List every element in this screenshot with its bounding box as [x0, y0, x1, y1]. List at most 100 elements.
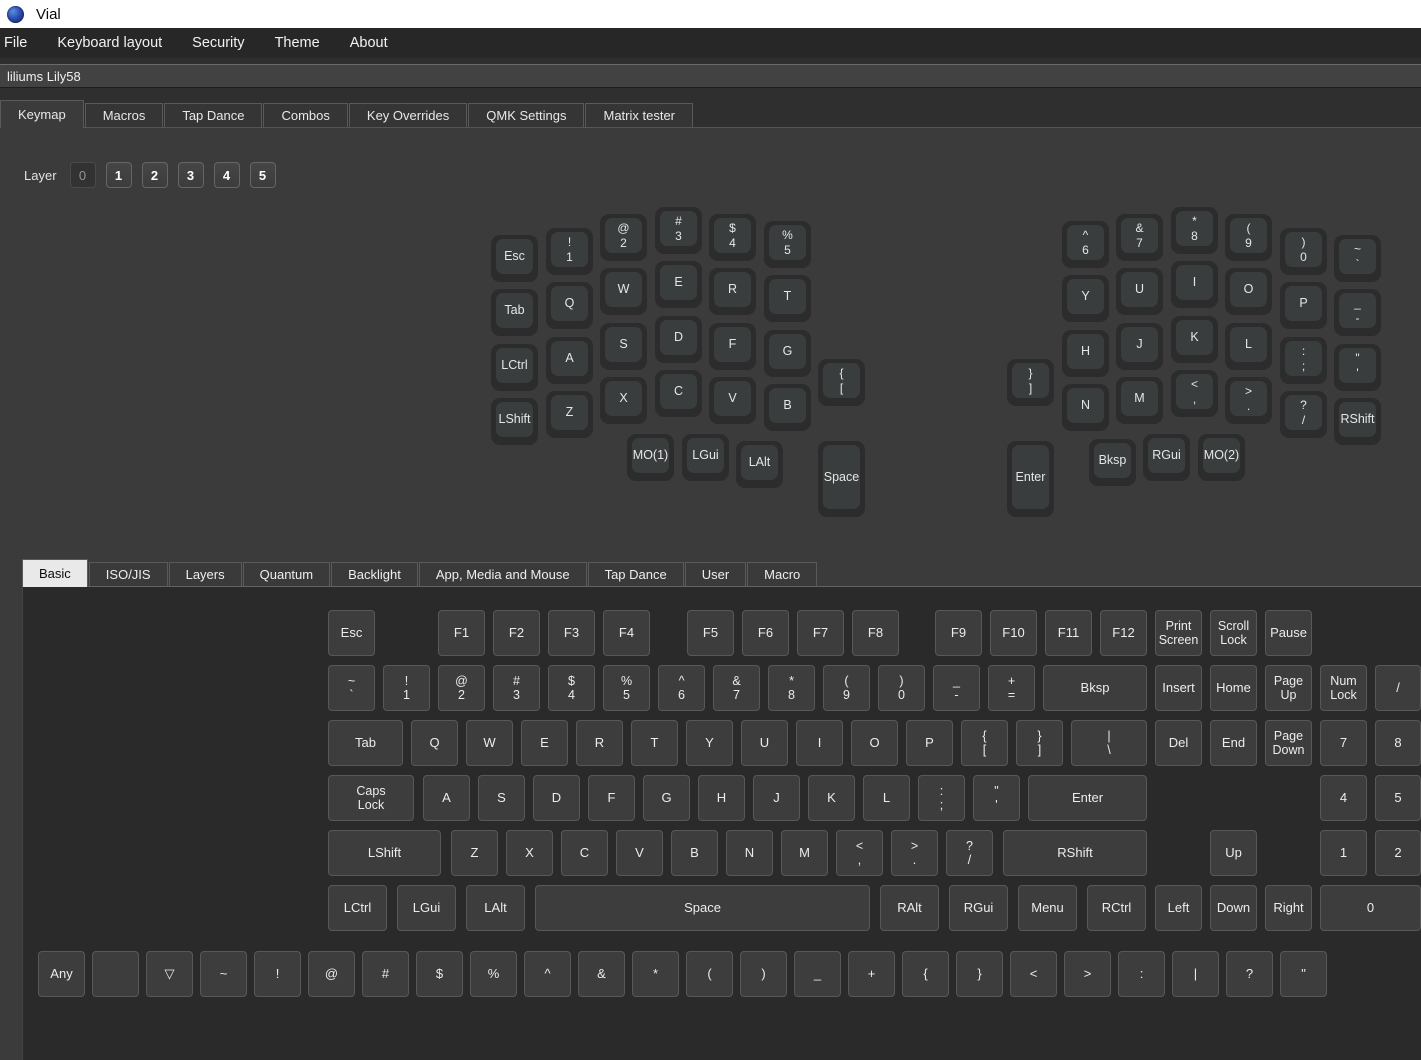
picker-key-1[interactable]: !1 [383, 665, 430, 711]
picker-key-g[interactable]: G [643, 775, 690, 821]
picker-key-a[interactable]: A [423, 775, 470, 821]
keymap-key-rshift[interactable]: RShift [1334, 398, 1381, 445]
picker-key-enter[interactable]: Enter [1028, 775, 1147, 821]
keymap-key-3[interactable]: #3 [655, 207, 702, 254]
picker-key-blank[interactable]: / [1375, 665, 1421, 711]
keymap-key-enter[interactable]: Enter [1007, 441, 1054, 517]
picker-key-e[interactable]: E [521, 720, 568, 766]
picker-tab-backlight[interactable]: Backlight [331, 562, 418, 586]
picker-key-page-up[interactable]: PageUp [1265, 665, 1312, 711]
picker-key-f6[interactable]: F6 [742, 610, 789, 656]
picker-key-space[interactable]: Space [535, 885, 870, 931]
picker-key-f8[interactable]: F8 [852, 610, 899, 656]
picker-key-n[interactable]: N [726, 830, 773, 876]
picker-key-print-screen[interactable]: PrintScreen [1155, 610, 1202, 656]
picker-tab-iso-jis[interactable]: ISO/JIS [89, 562, 168, 586]
picker-tab-basic[interactable]: Basic [22, 559, 88, 587]
keymap-key-space[interactable]: Space [818, 441, 865, 517]
picker-tab-app-media-and-mouse[interactable]: App, Media and Mouse [419, 562, 587, 586]
picker-key-8[interactable]: 8 [1375, 720, 1421, 766]
picker-key-blank[interactable]: ? [1226, 951, 1273, 997]
picker-key-blank[interactable]: ! [254, 951, 301, 997]
keymap-key-4[interactable]: $4 [709, 214, 756, 261]
keymap-key-b[interactable]: B [764, 384, 811, 431]
picker-key-l[interactable]: L [863, 775, 910, 821]
picker-key-blank[interactable]: ) [740, 951, 787, 997]
picker-key-f4[interactable]: F4 [603, 610, 650, 656]
picker-tab-tap-dance[interactable]: Tap Dance [588, 562, 684, 586]
keymap-key-blank[interactable]: _- [1334, 289, 1381, 336]
picker-key-end[interactable]: End [1210, 720, 1257, 766]
picker-key-c[interactable]: C [561, 830, 608, 876]
picker-key-up[interactable]: Up [1210, 830, 1257, 876]
picker-key-4[interactable]: $4 [548, 665, 595, 711]
picker-tab-quantum[interactable]: Quantum [243, 562, 330, 586]
keymap-key-k[interactable]: K [1171, 316, 1218, 363]
picker-key-blank[interactable]: >. [891, 830, 938, 876]
keymap-key-z[interactable]: Z [546, 391, 593, 438]
picker-key-blank[interactable]: ~` [328, 665, 375, 711]
picker-key-h[interactable]: H [698, 775, 745, 821]
keymap-key-y[interactable]: Y [1062, 275, 1109, 322]
picker-key-y[interactable]: Y [686, 720, 733, 766]
picker-key-t[interactable]: T [631, 720, 678, 766]
keymap-key-blank[interactable]: <, [1171, 370, 1218, 417]
keymap-key-6[interactable]: ^6 [1062, 221, 1109, 268]
picker-key-u[interactable]: U [741, 720, 788, 766]
picker-key-blank[interactable]: ?/ [946, 830, 993, 876]
picker-tab-user[interactable]: User [685, 562, 746, 586]
keymap-key-f[interactable]: F [709, 323, 756, 370]
picker-key-blank[interactable]: % [470, 951, 517, 997]
picker-key-f11[interactable]: F11 [1045, 610, 1092, 656]
keymap-key-l[interactable]: L [1225, 323, 1272, 370]
picker-key-5[interactable]: %5 [603, 665, 650, 711]
picker-key-z[interactable]: Z [451, 830, 498, 876]
picker-key-9[interactable]: (9 [823, 665, 870, 711]
picker-key-1[interactable]: 1 [1320, 830, 1367, 876]
picker-key-down[interactable]: Down [1210, 885, 1257, 931]
picker-key-blank[interactable]: < [1010, 951, 1057, 997]
keymap-key-esc[interactable]: Esc [491, 235, 538, 282]
keymap-key-m[interactable]: M [1116, 377, 1163, 424]
picker-key-blank[interactable]: > [1064, 951, 1111, 997]
picker-key-0[interactable]: )0 [878, 665, 925, 711]
picker-key-blank[interactable]: & [578, 951, 625, 997]
picker-key-insert[interactable]: Insert [1155, 665, 1202, 711]
picker-key-f2[interactable]: F2 [493, 610, 540, 656]
picker-key-2[interactable]: 2 [1375, 830, 1421, 876]
picker-key-lgui[interactable]: LGui [397, 885, 456, 931]
picker-key-blank[interactable]: " [1280, 951, 1327, 997]
picker-key-blank[interactable]: }] [1016, 720, 1063, 766]
picker-key-blank[interactable]: } [956, 951, 1003, 997]
keymap-key-blank[interactable]: ~` [1334, 235, 1381, 282]
picker-key-f10[interactable]: F10 [990, 610, 1037, 656]
keymap-key-blank[interactable]: {[ [818, 359, 865, 406]
picker-key-r[interactable]: R [576, 720, 623, 766]
picker-key-q[interactable]: Q [411, 720, 458, 766]
picker-key-0[interactable]: 0 [1320, 885, 1421, 931]
picker-key-blank[interactable]: _ [794, 951, 841, 997]
picker-key-blank[interactable]: ~ [200, 951, 247, 997]
picker-key-blank[interactable]: "' [973, 775, 1020, 821]
picker-key-blank[interactable]: { [902, 951, 949, 997]
picker-key-w[interactable]: W [466, 720, 513, 766]
picker-key-f3[interactable]: F3 [548, 610, 595, 656]
picker-key-bksp[interactable]: Bksp [1043, 665, 1147, 711]
keymap-key-d[interactable]: D [655, 316, 702, 363]
picker-key-blank[interactable]: ( [686, 951, 733, 997]
picker-key-blank[interactable]: $ [416, 951, 463, 997]
picker-key-blank[interactable]: <, [836, 830, 883, 876]
keymap-key-1[interactable]: !1 [546, 228, 593, 275]
picker-key-caps-lock[interactable]: CapsLock [328, 775, 414, 821]
picker-key-pause[interactable]: Pause [1265, 610, 1312, 656]
picker-key-esc[interactable]: Esc [328, 610, 375, 656]
keymap-key-s[interactable]: S [600, 323, 647, 370]
picker-tab-macro[interactable]: Macro [747, 562, 817, 586]
keymap-key-lctrl[interactable]: LCtrl [491, 344, 538, 391]
picker-key-rctrl[interactable]: RCtrl [1087, 885, 1146, 931]
keymap-key-mo-2[interactable]: MO(2) [1198, 434, 1245, 481]
keymap-key-j[interactable]: J [1116, 323, 1163, 370]
picker-key-left[interactable]: Left [1155, 885, 1202, 931]
picker-key-f12[interactable]: F12 [1100, 610, 1147, 656]
keymap-key-u[interactable]: U [1116, 268, 1163, 315]
